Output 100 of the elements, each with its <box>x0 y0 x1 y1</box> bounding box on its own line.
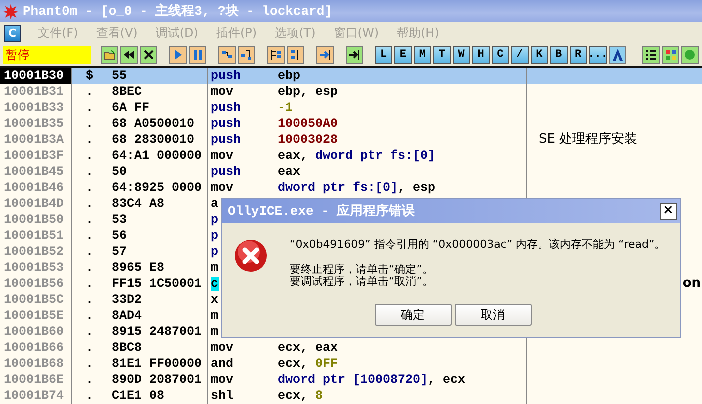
operand-cell: eax, dword ptr fs:[0] <box>274 148 527 164</box>
hex-cell: 64:A1 000000 <box>108 148 208 164</box>
hex-cell: FF15 1C50001 <box>108 276 208 292</box>
mnemonic: push <box>211 101 242 115</box>
address-cell: 10001B3A <box>0 132 72 148</box>
window-button[interactable]: E <box>394 46 412 64</box>
close-button[interactable]: × <box>660 202 677 220</box>
operand-cell: 10003028 <box>274 132 527 148</box>
jump-mark: . <box>85 116 95 132</box>
address-cell: 10001B30 <box>0 68 72 84</box>
window-button[interactable]: C <box>492 46 510 64</box>
close-icon <box>142 48 156 62</box>
jump-mark: . <box>85 196 95 212</box>
window-button[interactable]: ... <box>589 46 607 64</box>
operand-cell: 100050A0 <box>274 116 527 132</box>
run-to-return-icon <box>318 48 332 62</box>
comment-cell-text: on <box>682 276 702 292</box>
mnemonic: shl <box>211 389 234 403</box>
toolbar-button[interactable] <box>316 46 334 64</box>
code-row[interactable]: 10001B74 . C1E1 08 shl ecx, 8 <box>0 388 702 404</box>
address-cell: 10001B5C <box>0 292 72 308</box>
mnemonic: p <box>211 213 219 227</box>
code-row[interactable]: 10001B31 . 8BEC mov ebp, esp <box>0 84 702 100</box>
jump-mark: . <box>85 148 95 164</box>
code-row[interactable]: 10001B68 . 81E1 FF00000 and ecx, 0FF <box>0 356 702 372</box>
hex-cell: 6A FF <box>108 100 208 116</box>
operand-cell: eax <box>274 164 527 180</box>
dialog-button[interactable]: 取消 <box>454 304 532 326</box>
mnemonic: p <box>211 245 219 259</box>
window-button[interactable]: L <box>375 46 392 64</box>
jump-mark: . <box>85 212 95 228</box>
code-row[interactable]: 10001B46 . 64:8925 0000 mov dword ptr fs:[0], esp <box>0 180 702 196</box>
window-button[interactable]: H <box>472 46 490 64</box>
hex-cell: 81E1 FF00000 <box>108 356 208 372</box>
step-over-icon <box>239 48 254 62</box>
mnemonic: x <box>211 293 219 307</box>
code-row[interactable]: 10001B3F . 64:A1 000000 mov eax, dword ptr fs:[0] <box>0 148 702 164</box>
operand-cell: ecx, 8 <box>274 388 527 404</box>
address-cell: 10001B4D <box>0 196 72 212</box>
jump-mark: . <box>85 388 95 404</box>
error-message: “0x0b491609” 指令引用的 “0x000003ac” 内存。该内存不能为 “read”。 <box>290 237 666 252</box>
window-button[interactable]: B <box>550 46 568 64</box>
address-cell: 10001B68 <box>0 356 72 372</box>
rewind-icon <box>122 48 136 62</box>
toolbar-button[interactable] <box>238 46 256 64</box>
code-row[interactable]: 10001B30 $ 55 push ebp <box>0 68 702 84</box>
mnemonic: and <box>211 357 234 371</box>
hex-cell: 8BEC <box>108 84 208 100</box>
address-cell: 10001B51 <box>0 228 72 244</box>
window-button[interactable]: R <box>570 46 587 64</box>
toolbar-button[interactable] <box>346 46 364 64</box>
window-button[interactable]: W <box>452 46 470 64</box>
code-row[interactable]: 10001B45 . 50 push eax <box>0 164 702 180</box>
hex-cell: C1E1 08 <box>108 388 208 404</box>
address-cell: 10001B60 <box>0 324 72 340</box>
hex-cell: 50 <box>108 164 208 180</box>
address-cell: 10001B33 <box>0 100 72 116</box>
code-row[interactable]: 10001B33 . 6A FF push -1 <box>0 100 702 116</box>
window-button[interactable]: / <box>511 46 529 64</box>
window-button[interactable]: M <box>414 46 432 64</box>
window-button[interactable]: T <box>433 46 451 64</box>
goto-icon <box>347 48 362 62</box>
hex-cell: 64:8925 0000 <box>108 180 208 196</box>
address-cell: 10001B6E <box>0 372 72 388</box>
code-row[interactable]: 10001B6E . 890D 2087001 mov dword ptr [10008720], ecx <box>0 372 702 388</box>
status-indicator: 暂停 <box>3 46 92 64</box>
address-cell: 10001B50 <box>0 212 72 228</box>
jump-mark: . <box>85 292 95 308</box>
comment-cell-text: SE 处理程序安装 <box>538 132 639 148</box>
code-row[interactable]: 10001B3A . 68 28300010 push 10003028 SE 处理程序安装 <box>0 132 702 148</box>
code-row[interactable]: 10001B35 . 68 A0500010 push 100050A0 <box>0 116 702 132</box>
window-title: Phant0m - [o_0 - 主线程3, ?块 - lockcard] <box>23 2 332 20</box>
dialog-button[interactable]: 确定 <box>374 304 452 326</box>
code-row[interactable]: 10001B66 . 8BC8 mov ecx, eax <box>0 340 702 356</box>
mnemonic: push <box>211 133 242 147</box>
jump-mark: . <box>85 308 95 324</box>
jump-mark: $ <box>72 68 108 84</box>
jump-mark: . <box>85 84 95 100</box>
mnemonic: m <box>211 325 219 339</box>
address-cell: 10001B5E <box>0 308 72 324</box>
mnemonic: mov <box>211 341 234 355</box>
toolbar-button[interactable] <box>286 46 304 64</box>
address-cell: 10001B3F <box>0 148 72 164</box>
toolbar-button[interactable] <box>120 46 138 64</box>
instruction-text: 要调试程序，请单击“取消”。 <box>290 276 434 288</box>
jump-mark: . <box>85 372 95 388</box>
jump-mark: . <box>85 244 95 260</box>
window-button[interactable]: K <box>530 46 548 64</box>
toolbar-button[interactable] <box>267 46 285 64</box>
address-cell: 10001B66 <box>0 340 72 356</box>
toolbar-button[interactable] <box>609 46 626 64</box>
app-logo: C <box>4 24 21 42</box>
list-icon <box>644 48 658 62</box>
mnemonic: mov <box>211 85 234 99</box>
toolbar-button[interactable] <box>140 46 158 64</box>
toolbar-button[interactable] <box>642 46 660 64</box>
hex-cell: 68 A0500010 <box>108 116 208 132</box>
grid-icon <box>664 48 678 62</box>
mnemonic: mov <box>211 373 234 387</box>
hex-cell: 33D2 <box>108 292 208 308</box>
